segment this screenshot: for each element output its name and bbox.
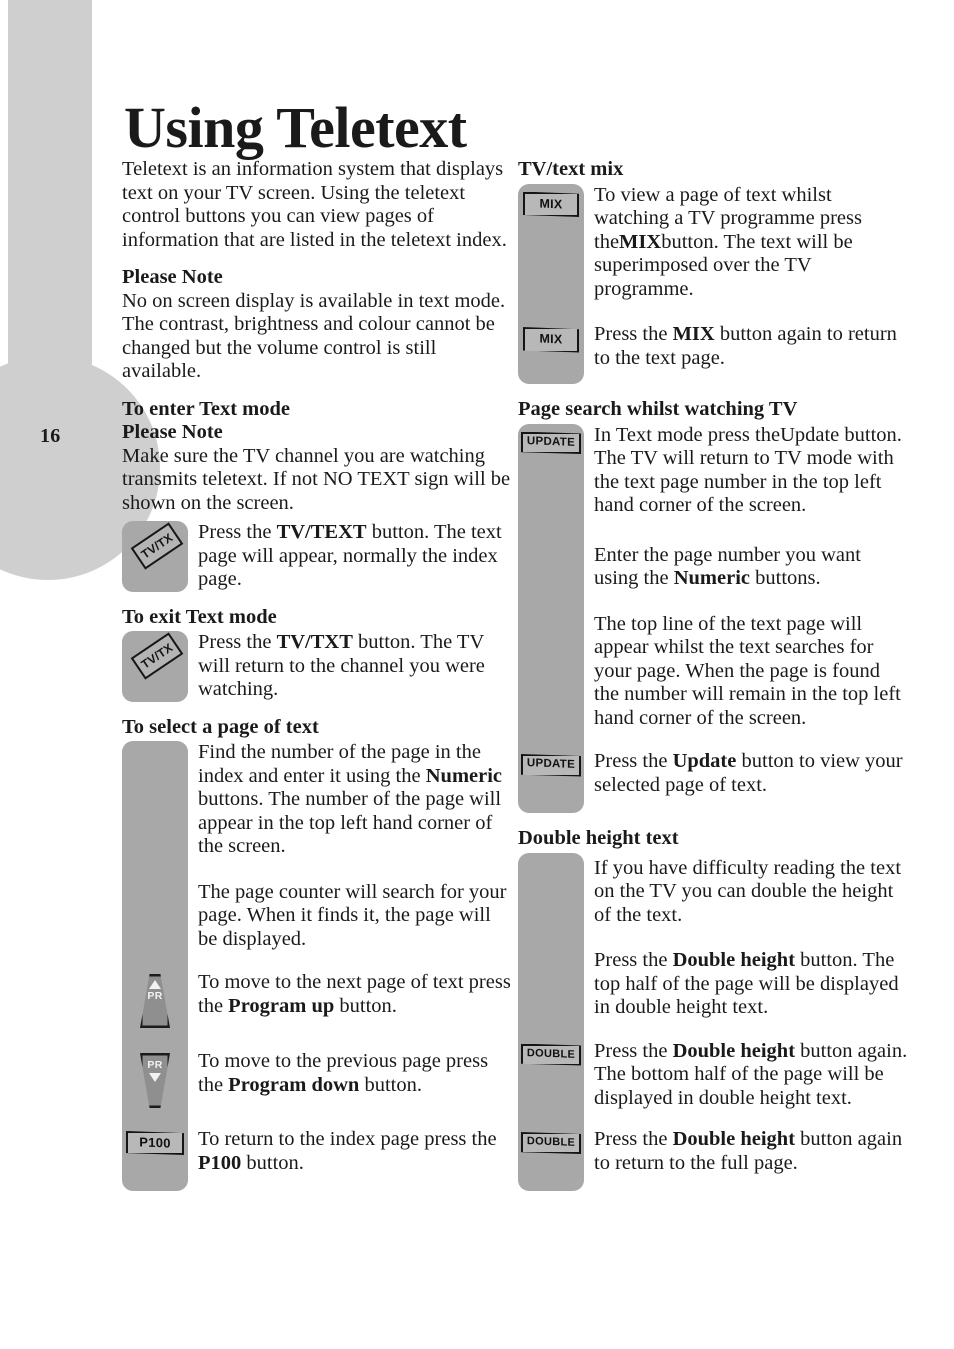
exit-text-mode-instruction: Press the TV/TXT button. The TV will ret… (188, 631, 514, 702)
instr-bold-numeric: Numeric (425, 764, 503, 787)
page-search-group: UPDATE In Text mode press theUpdate butt… (518, 423, 908, 813)
decorative-left-bar (8, 0, 92, 396)
page-number: 16 (40, 425, 61, 447)
left-column: Teletext is an information system that d… (122, 158, 514, 1191)
mix-instruction-2: Press the MIX button again to return to … (584, 323, 908, 370)
exit-text-mode-step-group: TV/TX Press the TV/TXT button. The TV wi… (122, 631, 514, 702)
page-search-instruction-4: Press the Update button to view your sel… (584, 750, 908, 797)
program-down-label: PR (147, 1059, 163, 1071)
double-height-button-icon[interactable]: DOUBLE (521, 1132, 581, 1154)
instr-part-a: Press the (594, 1039, 668, 1062)
instr-bold-program-up: Program up (228, 994, 335, 1017)
please-note-body-2: Make sure the TV channel you are watchin… (122, 444, 511, 514)
double-height-instruction-1: If you have difficulty reading the text … (584, 853, 908, 1020)
double-height-button-icon[interactable]: DOUBLE (521, 1043, 581, 1066)
instr-part-a: Press the (198, 631, 272, 653)
mix-button-label: MIX (539, 331, 563, 347)
please-note-body-1: No on screen display is available in tex… (122, 289, 506, 383)
select-page-instruction-2: The page counter will search for your pa… (198, 880, 507, 950)
instr-part-c: button. (246, 1151, 304, 1174)
instr-part-c: button. (339, 994, 397, 1017)
instr-bold-double-height: Double height (672, 1039, 796, 1062)
intro-paragraph: Teletext is an information system that d… (122, 158, 507, 251)
update-button-label: UPDATE (526, 757, 576, 771)
instr-part-a: Press the (594, 323, 668, 345)
update-button-label: UPDATE (526, 434, 576, 449)
program-up-instruction: To move to the next page of text press t… (188, 971, 514, 1018)
tv-text-button-label: TV/TX (138, 530, 176, 562)
p100-button-label: P100 (139, 1134, 171, 1151)
page-search-heading: Page search whilst watching TV (518, 398, 798, 420)
page-search-instruction-2: Enter the page number you want using the… (584, 528, 908, 731)
right-column: TV/text mix MIX To view a page of text w… (518, 158, 908, 1191)
update-button-icon[interactable]: UPDATE (521, 754, 581, 777)
tv-text-button-icon[interactable]: TV/TX (130, 522, 184, 570)
instr-part-a: In Text mode press the (594, 423, 781, 446)
to-select-a-page-heading: To select a page of text (122, 715, 319, 738)
program-up-label: PR (147, 990, 163, 1002)
triangle-up-icon (149, 980, 161, 989)
instr-part-c: buttons. (755, 567, 821, 589)
instr-bold-mix: MIX (672, 323, 715, 345)
instr-bold-numeric: Numeric (673, 567, 750, 589)
p100-button-icon[interactable]: P100 (126, 1131, 184, 1155)
instr-part-a: To return to the index page press the (198, 1128, 497, 1150)
update-button-icon[interactable]: UPDATE (521, 431, 581, 454)
enter-text-mode-step-group: TV/TX Press the TV/TEXT button. The text… (122, 521, 514, 592)
instr-part-a: Press the (594, 1128, 668, 1150)
double-button-label: DOUBLE (526, 1046, 576, 1061)
select-page-instruction-1: Find the number of the page in the index… (188, 741, 514, 951)
double-height-instruction-3: Press the Double height button again to … (584, 1128, 908, 1175)
tv-text-button-icon[interactable]: TV/TX (130, 632, 184, 680)
instr-part-a: Press the (594, 750, 668, 772)
double-height-group: If you have difficulty reading the text … (518, 852, 908, 1191)
to-exit-text-mode-heading: To exit Text mode (122, 605, 277, 628)
instr-part-a: Press the (594, 949, 668, 971)
button-rail (122, 741, 188, 1191)
instr-part-c: buttons. The number of the page will app… (198, 788, 502, 857)
instr-bold-mix: MIX (619, 230, 662, 253)
instr-bold-p100: P100 (198, 1151, 242, 1174)
instr-bold-tv-text: TV/TEXT (276, 521, 367, 543)
double-button-label: DOUBLE (526, 1135, 576, 1149)
double-height-text-1: If you have difficulty reading the text … (594, 856, 902, 926)
to-enter-text-mode-heading: To enter Text mode (122, 397, 290, 420)
instr-bold-update: Update (672, 750, 737, 772)
double-height-text-heading: Double height text (518, 827, 679, 849)
instr-bold-double-height: Double height (672, 949, 796, 971)
mix-button-icon[interactable]: MIX (523, 191, 579, 217)
instr-bold-double-height: Double height (672, 1128, 796, 1150)
tv-text-mix-heading: TV/text mix (518, 158, 624, 180)
tv-text-mix-group: MIX To view a page of text whilst watchi… (518, 183, 908, 384)
page-title: Using Teletext (124, 94, 467, 160)
enter-text-mode-instruction: Press the TV/TEXT button. The text page … (188, 521, 514, 592)
mix-instruction-1: To view a page of text whilst watching a… (584, 184, 908, 302)
program-down-instruction: To move to the previous page press the P… (188, 1050, 514, 1097)
double-height-instruction-2: Press the Double height button again. Th… (584, 1040, 908, 1111)
instr-bold-tv-txt: TV/TXT (276, 631, 353, 653)
tv-txt-button-label: TV/TX (138, 640, 176, 672)
instr-part-c: button. (364, 1073, 422, 1096)
p100-instruction: To return to the index page press the P1… (188, 1128, 514, 1175)
page-search-instruction-3: The top line of the text page will appea… (594, 612, 901, 729)
instr-part-a: Press the (198, 521, 272, 543)
instr-part-b: Update (780, 423, 840, 446)
page-search-instruction-1: In Text mode press theUpdate button. The… (584, 424, 908, 518)
please-note-heading-2: Please Note (122, 421, 223, 443)
mix-button-icon[interactable]: MIX (523, 327, 579, 353)
please-note-heading-1: Please Note (122, 266, 223, 288)
select-page-step-group: 0 9 Find the number of the page in the i… (122, 741, 514, 1191)
instr-bold-program-down: Program down (228, 1073, 360, 1096)
mix-button-label: MIX (539, 196, 563, 211)
triangle-down-icon (149, 1072, 161, 1082)
